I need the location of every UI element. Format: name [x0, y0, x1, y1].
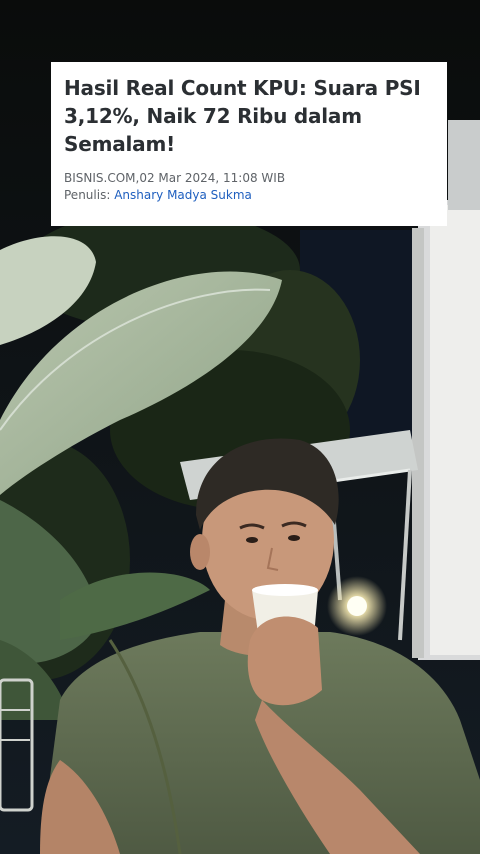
- writer-label: Penulis:: [64, 188, 111, 202]
- article-meta: BISNIS.COM,02 Mar 2024, 11:08 WIB Penuli…: [64, 170, 435, 204]
- news-headline-card: Hasil Real Count KPU: Suara PSI 3,12%, N…: [51, 62, 447, 226]
- writer-line: Penulis: Anshary Madya Sukma: [64, 187, 435, 204]
- source-date: BISNIS.COM,02 Mar 2024, 11:08 WIB: [64, 171, 286, 185]
- writer-name-link[interactable]: Anshary Madya Sukma: [114, 188, 252, 202]
- video-frame: Hasil Real Count KPU: Suara PSI 3,12%, N…: [0, 0, 480, 854]
- article-headline: Hasil Real Count KPU: Suara PSI 3,12%, N…: [64, 76, 421, 156]
